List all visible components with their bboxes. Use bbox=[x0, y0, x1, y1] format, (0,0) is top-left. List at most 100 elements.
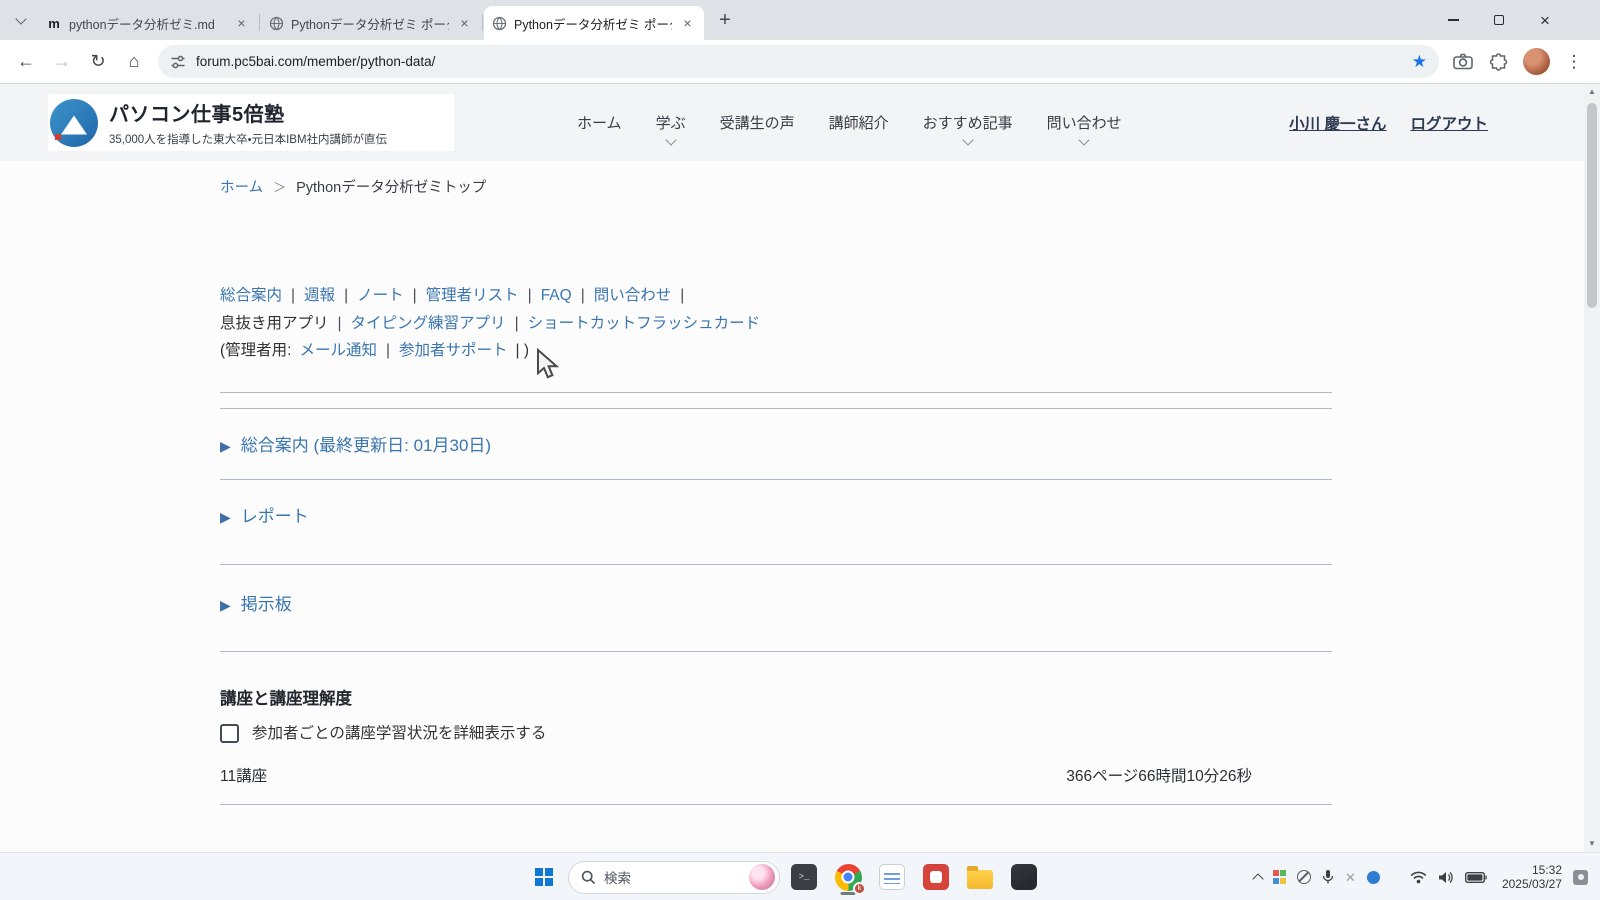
detail-display-checkbox[interactable] bbox=[220, 724, 239, 743]
wifi-icon[interactable] bbox=[1410, 871, 1427, 884]
section-title-keijiban[interactable]: 掲示板 bbox=[241, 595, 292, 614]
browser-menu-icon[interactable]: ⋮ bbox=[1558, 46, 1590, 78]
breadcrumb-separator: ＞ bbox=[273, 180, 286, 195]
windows-logo-icon bbox=[535, 868, 553, 886]
address-bar[interactable]: forum.pc5bai.com/member/python-data/ ★ bbox=[158, 45, 1439, 78]
taskbar-app-chrome[interactable]: k bbox=[828, 857, 868, 897]
quick-links: 総合案内|週報|ノート|管理者リスト|FAQ|問い合わせ| 息抜き用アプリ|タイ… bbox=[220, 282, 1332, 365]
site-header: パソコン仕事5倍塾 35,000人を指導した東大卒・元日本IBM社内講師が直伝 … bbox=[0, 84, 1600, 161]
minimize-icon bbox=[1448, 19, 1459, 21]
scroll-up-arrow[interactable]: ▲ bbox=[1584, 84, 1600, 100]
separator: | bbox=[680, 287, 684, 304]
tray-x-icon[interactable]: ✕ bbox=[1345, 871, 1356, 884]
bookmark-star-icon[interactable]: ★ bbox=[1412, 52, 1427, 72]
extensions-icon[interactable] bbox=[1483, 46, 1515, 78]
taskbar-app-explorer[interactable] bbox=[960, 857, 1000, 897]
volume-icon[interactable] bbox=[1438, 871, 1454, 884]
browser-tab-1[interactable]: m pythonデータ分析ゼミ.md × bbox=[38, 6, 258, 40]
section-sogo-annai[interactable]: ▶総合案内 (最終更新日: 01月30日) bbox=[220, 409, 1332, 480]
section-title-sogo-annai[interactable]: 総合案内 (最終更新日: 01月30日) bbox=[241, 436, 491, 455]
link-shortcut-flashcard[interactable]: ショートカットフラッシュカード bbox=[528, 315, 761, 332]
globe-favicon-icon bbox=[492, 16, 507, 31]
scroll-down-arrow[interactable]: ▼ bbox=[1584, 836, 1600, 852]
section-keijiban[interactable]: ▶掲示板 bbox=[220, 565, 1332, 652]
link-note[interactable]: ノート bbox=[357, 287, 404, 304]
tray-grid-icon[interactable] bbox=[1273, 870, 1287, 884]
separator: | bbox=[515, 315, 519, 332]
divider bbox=[220, 392, 1332, 393]
breadcrumb-home-link[interactable]: ホーム bbox=[220, 180, 263, 196]
site-settings-icon[interactable] bbox=[170, 54, 186, 70]
taskbar-clock[interactable]: 15:32 2025/03/27 bbox=[1502, 863, 1562, 892]
taskbar-app-red[interactable] bbox=[916, 857, 956, 897]
link-mail-tsuchi[interactable]: メール通知 bbox=[299, 342, 377, 359]
do-not-disturb-icon[interactable] bbox=[1297, 870, 1311, 884]
microphone-icon[interactable] bbox=[1322, 869, 1334, 885]
clock-date: 2025/03/27 bbox=[1502, 877, 1562, 892]
section-title-report[interactable]: レポート bbox=[241, 507, 309, 526]
notepad-icon bbox=[879, 864, 905, 890]
pyramid-logo-icon bbox=[50, 99, 98, 147]
link-faq[interactable]: FAQ bbox=[541, 287, 572, 304]
url-text[interactable]: forum.pc5bai.com/member/python-data/ bbox=[196, 54, 1404, 69]
quick-links-row-3: (管理者用:メール通知|参加者サポート| ) bbox=[220, 337, 1332, 365]
tab-title: Pythonデータ分析ゼミ ポータルトッ bbox=[514, 14, 672, 33]
profile-avatar[interactable] bbox=[1523, 48, 1550, 75]
logout-link[interactable]: ログアウト bbox=[1410, 112, 1488, 134]
nav-item-articles[interactable]: おすすめ記事 bbox=[906, 112, 1030, 133]
tray-blue-icon[interactable] bbox=[1367, 871, 1380, 884]
link-sankasha-support[interactable]: 参加者サポート bbox=[399, 342, 508, 359]
link-toiawase[interactable]: 問い合わせ bbox=[594, 287, 672, 304]
taskbar-app-terminal[interactable]: >_ bbox=[784, 857, 824, 897]
forward-button[interactable]: → bbox=[45, 45, 79, 79]
close-button[interactable]: × bbox=[1522, 0, 1568, 40]
tray-expand-icon[interactable] bbox=[1252, 873, 1263, 884]
nav-item-testimonials[interactable]: 受講生の声 bbox=[703, 112, 812, 133]
start-button[interactable] bbox=[524, 857, 564, 897]
section-report[interactable]: ▶レポート bbox=[220, 480, 1332, 565]
nav-item-home[interactable]: ホーム bbox=[560, 112, 639, 133]
tab-search-button[interactable] bbox=[8, 7, 34, 35]
screenshot-camera-icon[interactable] bbox=[1447, 46, 1479, 78]
link-sogo-annai[interactable]: 総合案内 bbox=[220, 287, 282, 304]
tab-close-icon[interactable]: × bbox=[679, 15, 696, 32]
tab-close-icon[interactable]: × bbox=[233, 15, 250, 32]
nav-item-instructors[interactable]: 講師紹介 bbox=[812, 112, 906, 133]
link-shuho[interactable]: 週報 bbox=[304, 287, 335, 304]
nav-item-learn[interactable]: 学ぶ bbox=[639, 112, 703, 133]
scrollbar-thumb[interactable] bbox=[1587, 103, 1597, 308]
taskbar-app-dark[interactable] bbox=[1004, 857, 1044, 897]
windows-taskbar: 検索 >_ k ✕ bbox=[0, 852, 1600, 900]
close-icon: × bbox=[1540, 12, 1550, 29]
link-kanrisha-list[interactable]: 管理者リスト bbox=[426, 287, 519, 304]
search-highlight-icon[interactable] bbox=[749, 864, 775, 890]
page-scrollbar[interactable]: ▲ ▼ bbox=[1584, 84, 1600, 852]
battery-icon[interactable] bbox=[1465, 872, 1487, 883]
search-label: 検索 bbox=[604, 867, 631, 887]
back-button[interactable]: ← bbox=[9, 45, 43, 79]
browser-tab-active[interactable]: Pythonデータ分析ゼミ ポータルトッ × bbox=[484, 6, 704, 40]
taskbar-search[interactable]: 検索 bbox=[568, 861, 780, 894]
new-tab-button[interactable]: + bbox=[711, 6, 739, 34]
reload-button[interactable]: ↻ bbox=[81, 45, 115, 79]
detail-display-checkbox-row[interactable]: 参加者ごとの講座学習状況を詳細表示する bbox=[220, 723, 1332, 744]
notification-tray-icon[interactable] bbox=[1573, 870, 1588, 885]
nav-item-contact[interactable]: 問い合わせ bbox=[1030, 112, 1139, 133]
label-admin-suffix: | ) bbox=[516, 342, 530, 359]
home-button[interactable]: ⌂ bbox=[117, 45, 151, 79]
course-count: 11講座 bbox=[220, 766, 267, 787]
link-typing-app[interactable]: タイピング練習アプリ bbox=[351, 315, 506, 332]
user-name-link[interactable]: 小川 慶一さん bbox=[1289, 112, 1386, 134]
quick-links-row-2: 息抜き用アプリ|タイピング練習アプリ|ショートカットフラッシュカード bbox=[220, 310, 1332, 338]
screen: m pythonデータ分析ゼミ.md × Pythonデータ分析ゼミ ポータルト… bbox=[0, 0, 1600, 900]
maximize-icon bbox=[1494, 15, 1504, 25]
minimize-button[interactable] bbox=[1430, 0, 1476, 40]
maximize-button[interactable] bbox=[1476, 0, 1522, 40]
main-content: 総合案内|週報|ノート|管理者リスト|FAQ|問い合わせ| 息抜き用アプリ|タイ… bbox=[220, 282, 1332, 805]
site-logo[interactable]: パソコン仕事5倍塾 35,000人を指導した東大卒・元日本IBM社内講師が直伝 bbox=[48, 94, 454, 151]
tab-close-icon[interactable]: × bbox=[456, 15, 473, 32]
terminal-icon: >_ bbox=[791, 864, 817, 890]
red-app-icon bbox=[923, 864, 949, 890]
browser-tab-2[interactable]: Pythonデータ分析ゼミ ポータルトッ × bbox=[261, 6, 481, 40]
taskbar-app-notes[interactable] bbox=[872, 857, 912, 897]
